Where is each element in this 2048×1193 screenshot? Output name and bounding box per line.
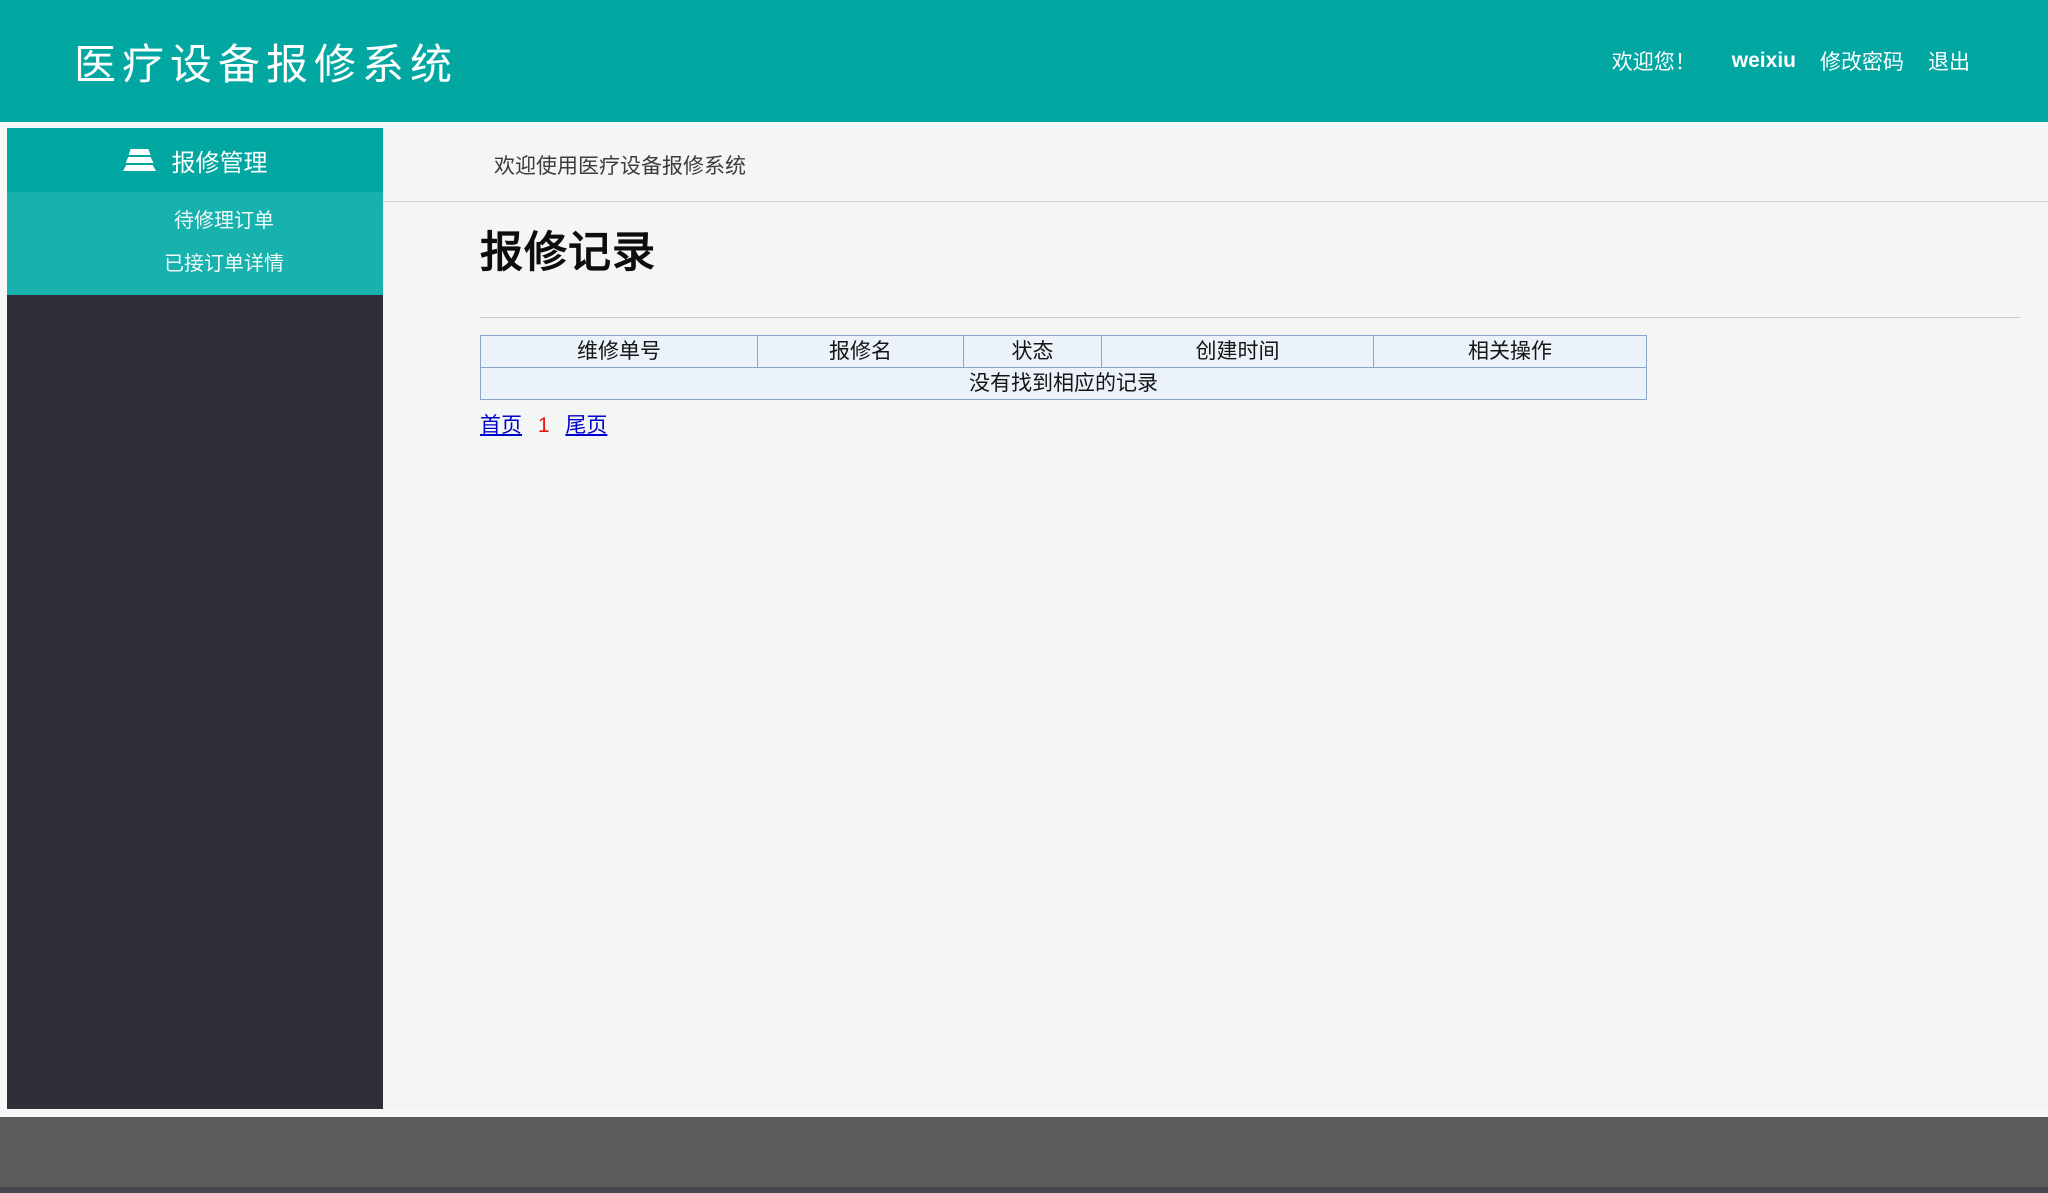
table-header-row: 维修单号 报修名 状态 创建时间 相关操作 xyxy=(480,335,1647,368)
pagination: 首页 1 尾页 xyxy=(480,409,2048,439)
brand-title[interactable]: 医疗设备报修系统 xyxy=(74,31,458,92)
column-actions: 相关操作 xyxy=(1373,335,1647,368)
sidebar-item-accepted-order-details[interactable]: 已接订单详情 xyxy=(7,243,383,286)
column-repair-order-number: 维修单号 xyxy=(480,335,758,368)
layers-stack-icon xyxy=(123,149,157,171)
sidebar-menu-label: 报修管理 xyxy=(171,149,268,177)
welcome-text: 欢迎您！ xyxy=(1611,51,1696,74)
change-password-link[interactable]: 修改密码 xyxy=(1820,46,1904,76)
first-page-link[interactable]: 首页 xyxy=(480,414,522,437)
empty-message: 没有找到相应的记录 xyxy=(480,367,1647,400)
content-area: 欢迎使用医疗设备报修系统 报修记录 维修单号 报修名 状态 创建时间 相关操作 … xyxy=(383,128,2048,1109)
header-nav: 欢迎您！ weixiu 修改密码 退出 xyxy=(1612,46,1970,76)
logout-link[interactable]: 退出 xyxy=(1928,46,1970,76)
table-empty-row: 没有找到相应的记录 xyxy=(480,367,1647,400)
column-repair-name: 报修名 xyxy=(757,335,964,368)
sidebar-menu-repair-management[interactable]: 报修管理 xyxy=(7,128,383,192)
title-divider xyxy=(480,317,2020,318)
sidebar-item-pending-repair-orders[interactable]: 待修理订单 xyxy=(7,200,383,243)
breadcrumb: 欢迎使用医疗设备报修系统 xyxy=(383,128,2048,202)
records-table: 维修单号 报修名 状态 创建时间 相关操作 没有找到相应的记录 xyxy=(480,335,1647,400)
username-link[interactable]: weixiu xyxy=(1732,49,1796,73)
sidebar-submenu: 待修理订单 已接订单详情 xyxy=(7,192,383,295)
page-footer xyxy=(0,1117,2048,1193)
top-header: 医疗设备报修系统 欢迎您！ weixiu 修改密码 退出 xyxy=(0,0,2048,122)
sidebar: 报修管理 待修理订单 已接订单详情 xyxy=(7,128,383,1109)
page-title: 报修记录 xyxy=(480,229,656,277)
column-created-time: 创建时间 xyxy=(1101,335,1374,368)
last-page-link[interactable]: 尾页 xyxy=(565,414,607,437)
column-status: 状态 xyxy=(963,335,1102,368)
current-page-indicator: 1 xyxy=(537,414,550,437)
main-layout: 报修管理 待修理订单 已接订单详情 欢迎使用医疗设备报修系统 报修记录 维修单号… xyxy=(7,128,2048,1109)
